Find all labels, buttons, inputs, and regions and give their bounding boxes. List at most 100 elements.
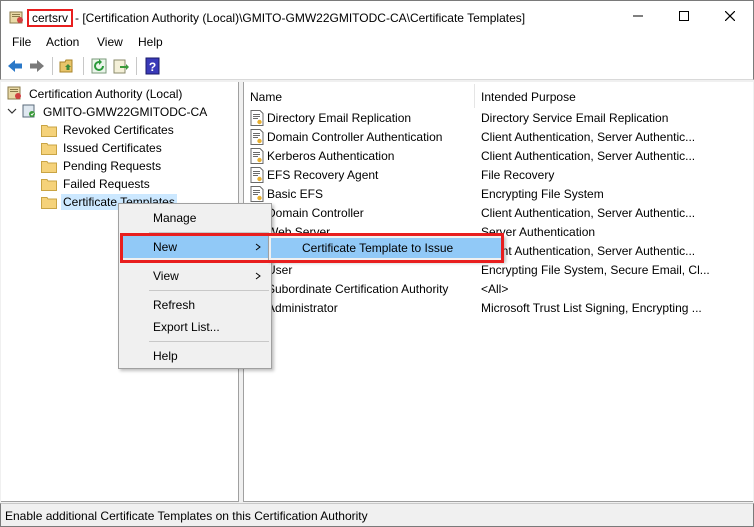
- tree-label: Pending Requests: [63, 159, 162, 173]
- intended-purpose-cell: Client Authentication, Server Authentic.…: [481, 149, 696, 163]
- tree-item-issued-certificates[interactable]: Issued Certificates: [41, 139, 164, 157]
- intended-purpose-cell: Server Authentication: [481, 225, 596, 239]
- close-icon: [725, 11, 735, 21]
- context-menu-help[interactable]: Help: [121, 345, 269, 367]
- certificate-authority-icon: [7, 85, 23, 104]
- template-name-cell: EFS Recovery Agent: [267, 168, 379, 182]
- folder-icon: [41, 142, 57, 155]
- window-title: certsrv - [Certification Authority (Local…: [27, 9, 525, 27]
- intended-purpose-cell: Directory Service Email Replication: [481, 111, 669, 125]
- minimize-button[interactable]: [615, 1, 661, 31]
- forward-arrow-icon[interactable]: [28, 57, 46, 75]
- tree-label: Certification Authority (Local): [29, 87, 183, 101]
- tree-label: GMITO-GMW22GMITODC-CA: [43, 105, 208, 119]
- context-menu-separator: [149, 232, 269, 233]
- up-folder-icon[interactable]: [59, 57, 77, 75]
- table-row[interactable]: Domain Controller Client Authentication, …: [244, 204, 752, 223]
- status-text: Enable additional Certificate Templates …: [5, 509, 368, 523]
- intended-purpose-cell: Client Authentication, Server Authentic.…: [481, 130, 696, 144]
- certsrv-app-icon[interactable]: [9, 9, 25, 25]
- template-name-cell: Basic EFS: [267, 187, 324, 201]
- intended-purpose-cell: Encrypting File System, Secure Email, Cl…: [481, 263, 710, 277]
- tree-item-pending-requests[interactable]: Pending Requests: [41, 157, 163, 175]
- tree-label: Revoked Certificates: [63, 123, 174, 137]
- template-name-cell: Directory Email Replication: [267, 111, 412, 125]
- intended-purpose-cell: File Recovery: [481, 168, 555, 182]
- certificate-template-icon: [250, 129, 264, 145]
- maximize-icon: [679, 11, 689, 21]
- context-menu-separator: [149, 341, 269, 342]
- chevron-down-icon[interactable]: [7, 105, 17, 119]
- table-row[interactable]: User Encrypting File System, Secure Email…: [244, 261, 752, 280]
- folder-icon: [41, 124, 57, 137]
- menu-file[interactable]: File: [12, 35, 31, 49]
- back-arrow-icon[interactable]: [6, 57, 24, 75]
- context-menu-refresh[interactable]: Refresh: [121, 294, 269, 316]
- folder-icon: [41, 160, 57, 173]
- context-menu-view-label: View: [153, 269, 179, 283]
- certificate-template-icon: [250, 148, 264, 164]
- tree-item-failed-requests[interactable]: Failed Requests: [41, 175, 152, 193]
- certificate-template-icon: [250, 186, 264, 202]
- context-menu-new[interactable]: New: [121, 236, 269, 258]
- template-name-cell: Subordinate Certification Authority: [267, 282, 449, 296]
- table-row[interactable]: Directory Email Replication Directory Ser…: [244, 109, 752, 128]
- intended-purpose-cell: Microsoft Trust List Signing, Encrypting…: [481, 301, 702, 315]
- help-icon[interactable]: ?: [144, 57, 162, 75]
- chevron-right-icon: [255, 236, 261, 267]
- template-name-cell: Domain Controller: [267, 206, 364, 220]
- submenu-certificate-template-to-issue[interactable]: Certificate Template to Issue: [271, 238, 501, 258]
- status-bar: Enable additional Certificate Templates …: [0, 503, 754, 527]
- certificate-template-icon: [250, 167, 264, 183]
- table-row[interactable]: Domain Controller Authentication Client A…: [244, 128, 752, 147]
- context-menu-manage[interactable]: Manage: [121, 207, 269, 229]
- intended-purpose-cell: Client Authentication, Server Authentic.…: [481, 206, 696, 220]
- window-title-app-name: certsrv: [27, 9, 73, 27]
- intended-purpose-cell: Encrypting File System: [481, 187, 604, 201]
- export-icon[interactable]: [112, 57, 130, 75]
- toolbar-separator: [83, 57, 84, 75]
- tree-label: Failed Requests: [63, 177, 150, 191]
- template-name-cell: Kerberos Authentication: [267, 149, 395, 163]
- context-menu-new-label: New: [153, 240, 178, 254]
- menu-help[interactable]: Help: [138, 35, 163, 49]
- column-divider[interactable]: [474, 84, 475, 108]
- toolbar-separator: [52, 57, 53, 75]
- tree-item-revoked-certificates[interactable]: Revoked Certificates: [41, 121, 176, 139]
- refresh-icon[interactable]: [90, 57, 108, 75]
- maximize-button[interactable]: [661, 1, 707, 31]
- table-row[interactable]: Administrator Microsoft Trust List Signin…: [244, 299, 752, 318]
- folder-icon: [41, 196, 57, 209]
- close-button[interactable]: [707, 1, 753, 31]
- column-header-name[interactable]: Name: [250, 86, 282, 108]
- server-ca-icon: [21, 103, 37, 122]
- table-row[interactable]: Basic EFS Encrypting File System: [244, 185, 752, 204]
- context-menu-export-list[interactable]: Export List...: [121, 316, 269, 338]
- svg-text:?: ?: [149, 60, 156, 74]
- table-row[interactable]: EFS Recovery Agent File Recovery: [244, 166, 752, 185]
- context-menu: Manage New View Refresh Export List... H…: [118, 203, 272, 369]
- table-row[interactable]: Subordinate Certification Authority <All>: [244, 280, 752, 299]
- minimize-icon: [633, 15, 643, 17]
- new-submenu: Certificate Template to Issue: [268, 235, 504, 261]
- title-bar: certsrv - [Certification Authority (Local…: [0, 0, 754, 32]
- template-name-cell: Administrator: [267, 301, 338, 315]
- menu-view[interactable]: View: [97, 35, 123, 49]
- intended-purpose-cell: Client Authentication, Server Authentic.…: [481, 244, 696, 258]
- table-row[interactable]: Kerberos Authentication Client Authentica…: [244, 147, 752, 166]
- tree-label: Issued Certificates: [63, 141, 162, 155]
- folder-icon: [41, 178, 57, 191]
- column-header-intended-purpose[interactable]: Intended Purpose: [481, 86, 576, 108]
- menu-action[interactable]: Action: [46, 35, 79, 49]
- certificate-template-icon: [250, 110, 264, 126]
- chevron-right-icon: [255, 265, 261, 296]
- context-menu-separator: [149, 261, 269, 262]
- template-list[interactable]: Name Intended Purpose Directory Email Re…: [243, 82, 753, 502]
- toolbar-separator: [136, 57, 137, 75]
- context-menu-separator: [149, 290, 269, 291]
- context-menu-view[interactable]: View: [121, 265, 269, 287]
- window-title-path: - [Certification Authority (Local)\GMITO…: [75, 11, 526, 25]
- tree-item-ca[interactable]: GMITO-GMW22GMITODC-CA: [7, 103, 209, 121]
- tree-item-root[interactable]: Certification Authority (Local): [7, 85, 184, 103]
- template-name-cell: Domain Controller Authentication: [267, 130, 443, 144]
